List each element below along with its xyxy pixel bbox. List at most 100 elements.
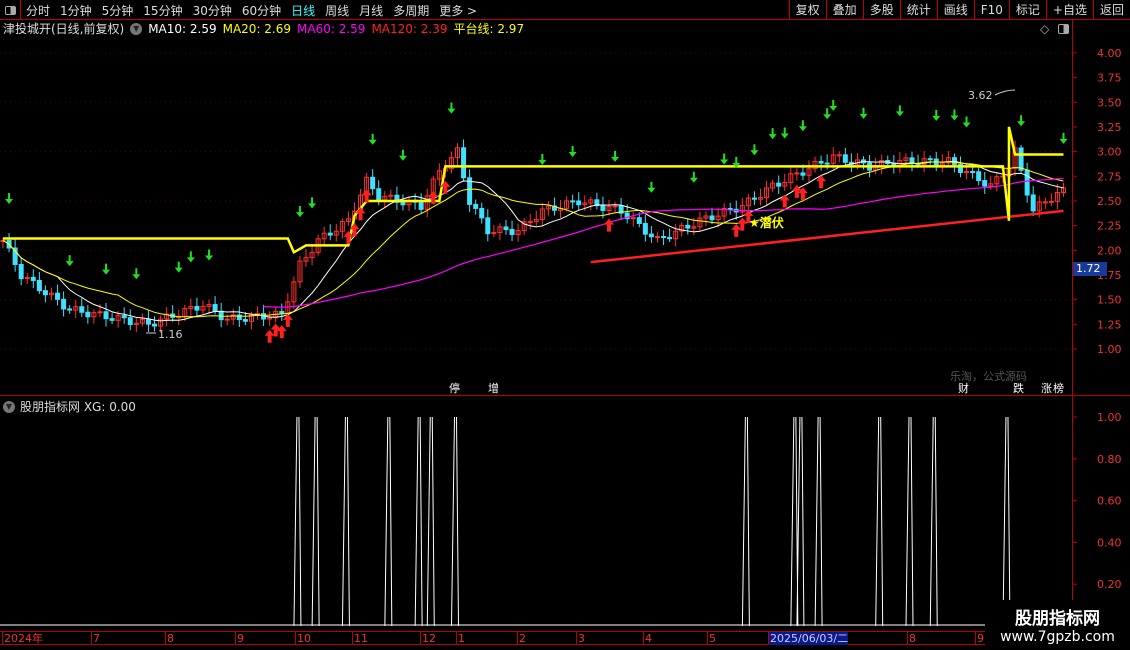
low-label: 1.16 xyxy=(158,328,183,341)
ma10-line xyxy=(2,160,1064,322)
sell-arrow xyxy=(750,144,759,156)
candle-body xyxy=(654,236,660,239)
candle-body xyxy=(648,233,654,238)
candle-body xyxy=(473,203,479,209)
sell-arrow xyxy=(1017,115,1026,127)
sell-arrow xyxy=(780,127,789,139)
date-label: 12 xyxy=(420,632,436,645)
sell-arrow xyxy=(538,153,547,165)
tag-die[interactable]: 跌 xyxy=(1012,382,1025,395)
current-price-box: 1.72 xyxy=(1073,262,1107,276)
candle-body xyxy=(224,318,230,321)
candle-body xyxy=(1048,200,1054,203)
sell-arrow xyxy=(829,99,838,111)
y-axis-divider xyxy=(1072,20,1073,632)
sell-arrow xyxy=(932,109,941,121)
xg-spike xyxy=(741,416,750,627)
date-label: 9 xyxy=(235,632,244,645)
candle-body xyxy=(61,298,67,310)
xg-spike xyxy=(426,416,435,627)
tag-ting[interactable]: 停 xyxy=(448,382,461,395)
y-tick-label: 3.00 xyxy=(1097,146,1122,159)
candle-body xyxy=(527,221,533,224)
candle-body xyxy=(800,172,806,176)
indicator-y-tick-label: 0.20 xyxy=(1097,578,1122,591)
candle-body xyxy=(927,158,933,161)
y-tick-label: 2.50 xyxy=(1097,195,1122,208)
high-label: 3.62 xyxy=(968,89,993,102)
date-label: 1 xyxy=(456,632,465,645)
candle-body xyxy=(212,304,218,312)
date-label: 2024年 xyxy=(2,632,43,645)
buy-arrow xyxy=(779,194,790,208)
date-label: 9 xyxy=(975,632,984,645)
watermark-name: 股朋指标网 xyxy=(1015,609,1100,629)
sell-arrow xyxy=(720,153,729,165)
date-label: 5 xyxy=(707,632,716,645)
sell-arrow xyxy=(295,206,304,218)
platform-line xyxy=(3,126,1064,255)
xg-spike xyxy=(790,416,799,627)
candle-body xyxy=(109,318,115,321)
tag-bang[interactable]: 榜 xyxy=(1052,382,1065,395)
sell-arrow xyxy=(798,120,807,132)
candle-body xyxy=(576,200,582,206)
candle-body xyxy=(685,224,691,229)
candle-body xyxy=(479,207,485,219)
candle-body xyxy=(55,292,61,300)
sell-arrow xyxy=(895,105,904,117)
candle-body xyxy=(30,276,36,281)
candle-body xyxy=(509,229,515,235)
tag-zeng[interactable]: 增 xyxy=(487,382,500,395)
tag-cai[interactable]: 财 xyxy=(957,382,970,395)
candle-body xyxy=(727,207,733,210)
buy-arrow xyxy=(731,223,742,237)
candle-body xyxy=(982,180,988,187)
candle-body xyxy=(1018,147,1024,171)
candle-body xyxy=(67,308,73,311)
candle-body xyxy=(794,172,800,175)
candle-body xyxy=(642,222,648,235)
date-label: 11 xyxy=(352,632,368,645)
candle-body xyxy=(842,154,848,163)
y-tick-label: 2.75 xyxy=(1097,170,1122,183)
candle-body xyxy=(36,279,42,292)
watermark-url: www.7gpzb.com xyxy=(1000,629,1115,645)
candle-body xyxy=(242,319,248,322)
xg-spike xyxy=(451,416,459,627)
candle-body xyxy=(667,236,673,240)
xg-spike xyxy=(311,416,320,627)
candle-body xyxy=(612,205,618,208)
candle-body xyxy=(909,157,915,164)
candle-body xyxy=(661,236,667,239)
xg-spike xyxy=(905,416,914,627)
y-tick-label: 3.50 xyxy=(1097,96,1122,109)
candle-body xyxy=(709,215,715,221)
watermark: 股朋指标网 www.7gpzb.com xyxy=(985,600,1130,650)
candle-body xyxy=(370,176,376,190)
y-tick-label: 1.25 xyxy=(1097,318,1122,331)
date-label: 10 xyxy=(295,632,311,645)
sell-arrow xyxy=(647,181,656,193)
candle-body xyxy=(85,311,91,318)
xg-spike xyxy=(341,416,350,627)
sell-arrow xyxy=(768,128,777,140)
y-tick-label: 3.75 xyxy=(1097,72,1122,85)
sell-arrow xyxy=(5,193,14,205)
candle-body xyxy=(97,311,103,314)
price-chart[interactable]: 4.003.753.503.253.002.752.502.252.001.75… xyxy=(0,0,1130,650)
candle-body xyxy=(1042,201,1048,204)
candle-body xyxy=(218,310,224,321)
xg-spike xyxy=(293,416,302,627)
candle-body xyxy=(600,205,606,211)
sell-arrow xyxy=(689,171,698,183)
candle-body xyxy=(1024,169,1030,196)
sell-arrow xyxy=(823,108,832,120)
y-tick-label: 2.25 xyxy=(1097,220,1122,233)
xg-spike xyxy=(875,416,884,627)
chevron-down-icon[interactable]: ▼ xyxy=(3,400,15,413)
date-label: 3 xyxy=(576,632,585,645)
indicator-y-tick-label: 0.60 xyxy=(1097,495,1122,508)
candle-body xyxy=(376,188,382,201)
indicator-legend: ▼ 股朋指标网 XG: 0.00 xyxy=(3,398,136,415)
